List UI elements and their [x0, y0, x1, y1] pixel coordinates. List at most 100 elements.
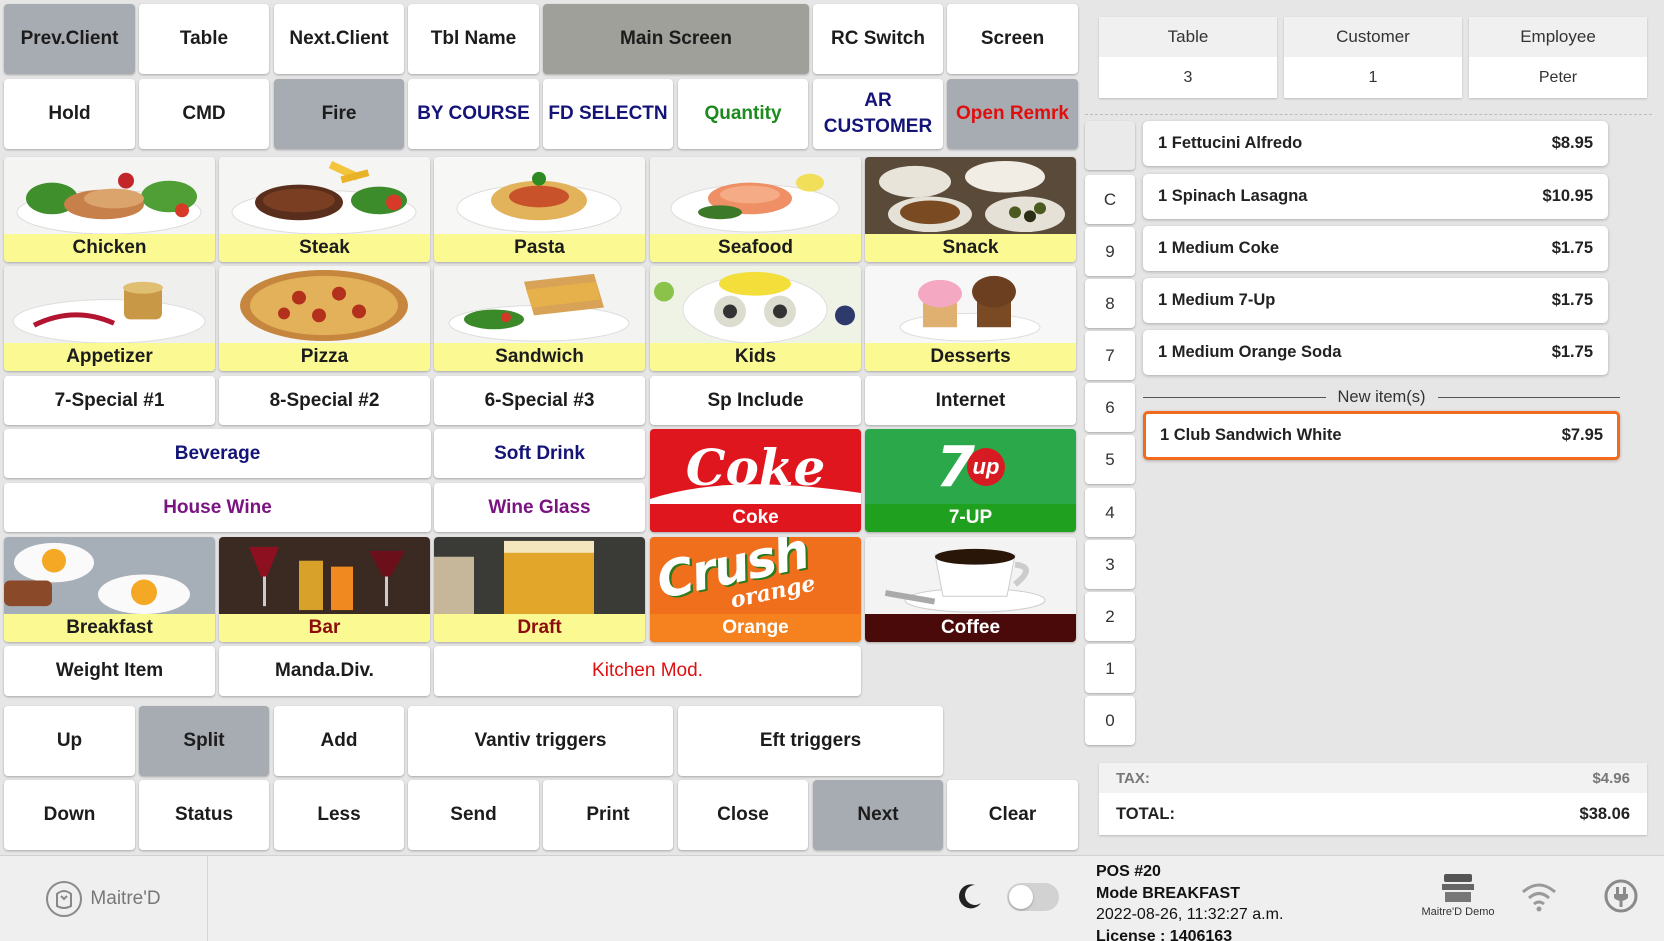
category-draft[interactable]: Draft [434, 537, 645, 642]
chicken-image [4, 157, 215, 236]
wifi-icon [1521, 882, 1557, 917]
category-sandwich[interactable]: Sandwich [434, 266, 645, 371]
order-item-name: 1 Spinach Lasagna [1158, 187, 1308, 205]
demo-store[interactable]: Maitre'D Demo [1408, 872, 1508, 918]
numpad-key-2[interactable]: 2 [1085, 592, 1135, 641]
order-item[interactable]: 1 Medium Orange Soda $1.75 [1143, 330, 1608, 375]
numpad-key-5[interactable]: 5 [1085, 435, 1135, 484]
down-button[interactable]: Down [4, 780, 135, 850]
breakfast-image [4, 537, 215, 616]
eft-triggers-button[interactable]: Eft triggers [678, 706, 943, 776]
hold-button[interactable]: Hold [4, 79, 135, 149]
weight-item-button[interactable]: Weight Item [4, 646, 215, 696]
numpad-key-1[interactable]: 1 [1085, 644, 1135, 693]
category-7up[interactable]: 7 up 7-UP [865, 429, 1076, 532]
split-button[interactable]: Split [139, 706, 269, 776]
print-button[interactable]: Print [543, 780, 673, 850]
beverage-button[interactable]: Beverage [4, 429, 431, 478]
order-item[interactable]: 1 Spinach Lasagna $10.95 [1143, 174, 1608, 219]
numpad-key-4[interactable]: 4 [1085, 488, 1135, 537]
numpad-key-0[interactable]: 0 [1085, 696, 1135, 745]
category-pizza[interactable]: Pizza [219, 266, 430, 371]
numpad-blank-key[interactable] [1085, 121, 1135, 170]
dark-mode-toggle[interactable] [1007, 883, 1059, 911]
order-item-name: 1 Medium 7-Up [1158, 291, 1276, 309]
tbl-name-button[interactable]: Tbl Name [408, 4, 539, 74]
ar-customer-button[interactable]: AR CUSTOMER [813, 79, 943, 149]
special-3-button[interactable]: 6-Special #3 [434, 376, 645, 425]
numpad-key-6[interactable]: 6 [1085, 383, 1135, 432]
add-button[interactable]: Add [274, 706, 404, 776]
fire-button[interactable]: Fire [274, 79, 404, 149]
category-seafood[interactable]: Seafood [650, 157, 861, 262]
table-button[interactable]: Table [139, 4, 269, 74]
less-button[interactable]: Less [274, 780, 404, 850]
internet-button[interactable]: Internet [865, 376, 1076, 425]
next-client-button[interactable]: Next.Client [274, 4, 404, 74]
quantity-button[interactable]: Quantity [678, 79, 808, 149]
power-plug-icon[interactable] [1603, 878, 1639, 919]
category-label: Chicken [4, 234, 215, 262]
category-desserts[interactable]: Desserts [865, 266, 1076, 371]
pizza-image [219, 266, 430, 345]
by-course-button[interactable]: BY COURSE [408, 79, 539, 149]
category-kids[interactable]: Kids [650, 266, 861, 371]
manda-div-button[interactable]: Manda.Div. [219, 646, 430, 696]
ar-customer-line2: CUSTOMER [823, 116, 933, 137]
category-coke[interactable]: Coke Coke [650, 429, 861, 532]
special-1-button[interactable]: 7-Special #1 [4, 376, 215, 425]
category-chicken[interactable]: Chicken [4, 157, 215, 262]
vantiv-triggers-button[interactable]: Vantiv triggers [408, 706, 673, 776]
special-2-button[interactable]: 8-Special #2 [219, 376, 430, 425]
header-customer: Customer 1 [1284, 17, 1462, 98]
screen-button[interactable]: Screen [947, 4, 1078, 74]
category-steak[interactable]: Steak [219, 157, 430, 262]
order-item[interactable]: 1 Medium 7-Up $1.75 [1143, 278, 1608, 323]
rc-switch-button[interactable]: RC Switch [813, 4, 943, 74]
sandwich-image [434, 266, 645, 345]
order-item[interactable]: 1 Fettucini Alfredo $8.95 [1143, 121, 1608, 166]
maitred-logo-icon [46, 881, 83, 917]
order-item-selected[interactable]: 1 Club Sandwich White $7.95 [1143, 411, 1620, 460]
prev-client-button[interactable]: Prev.Client [4, 4, 135, 74]
sp-include-button[interactable]: Sp Include [650, 376, 861, 425]
header-table-value: 3 [1183, 68, 1193, 86]
order-item-price: $8.95 [1551, 134, 1593, 152]
bar-image [219, 537, 430, 616]
main-screen-button[interactable]: Main Screen [543, 4, 809, 74]
open-remark-button[interactable]: Open Remrk [947, 79, 1078, 149]
category-label: Sandwich [434, 343, 645, 371]
category-orange[interactable]: Crush orange Orange [650, 537, 861, 642]
separator-line-right [1437, 396, 1621, 398]
numpad-key-c[interactable]: C [1085, 175, 1135, 224]
house-wine-button[interactable]: House Wine [4, 483, 431, 532]
tax-label: TAX: [1116, 769, 1150, 787]
category-appetizer[interactable]: Appetizer [4, 266, 215, 371]
category-coffee[interactable]: Coffee [865, 537, 1076, 642]
wine-glass-button[interactable]: Wine Glass [434, 483, 645, 532]
demo-store-label: Maitre'D Demo [1421, 906, 1495, 918]
category-bar[interactable]: Bar [219, 537, 430, 642]
numpad-key-8[interactable]: 8 [1085, 279, 1135, 328]
cmd-button[interactable]: CMD [139, 79, 269, 149]
category-label: Breakfast [4, 614, 215, 642]
close-button[interactable]: Close [678, 780, 808, 850]
clear-button[interactable]: Clear [947, 780, 1078, 850]
total-value: $38.06 [1579, 804, 1630, 823]
numpad-key-9[interactable]: 9 [1085, 227, 1135, 276]
category-snack[interactable]: Snack [865, 157, 1076, 262]
category-label: Appetizer [4, 343, 215, 371]
totals-panel: TAX: $4.96 TOTAL: $38.06 [1099, 763, 1647, 835]
category-breakfast[interactable]: Breakfast [4, 537, 215, 642]
soft-drink-button[interactable]: Soft Drink [434, 429, 645, 478]
numpad-key-7[interactable]: 7 [1085, 331, 1135, 380]
up-button[interactable]: Up [4, 706, 135, 776]
status-button[interactable]: Status [139, 780, 269, 850]
order-item[interactable]: 1 Medium Coke $1.75 [1143, 226, 1608, 271]
kitchen-mod-button[interactable]: Kitchen Mod. [434, 646, 861, 696]
next-button[interactable]: Next [813, 780, 943, 850]
fd-selectn-button[interactable]: FD SELECTN [543, 79, 673, 149]
numpad-key-3[interactable]: 3 [1085, 540, 1135, 589]
category-pasta[interactable]: Pasta [434, 157, 645, 262]
send-button[interactable]: Send [408, 780, 539, 850]
